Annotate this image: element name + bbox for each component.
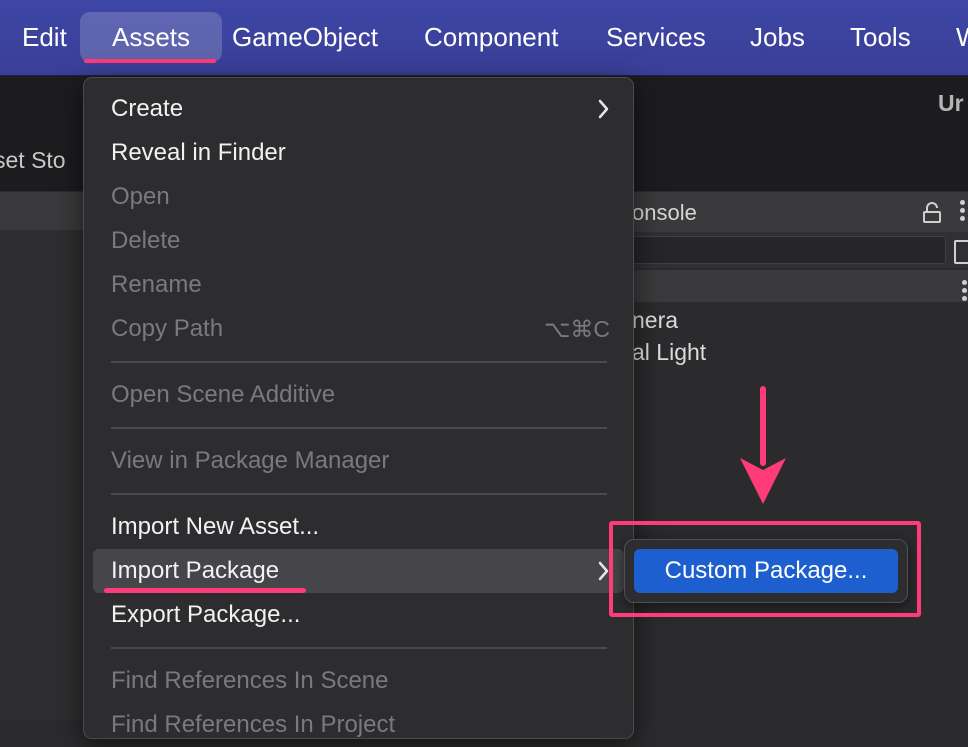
assets-dropdown-menu: Create Reveal in Finder Open Delete Rena…	[83, 77, 634, 739]
menu-edit[interactable]: Edit	[22, 12, 67, 62]
menu-item-label: Export Package...	[111, 601, 301, 628]
menu-item-import-new-asset[interactable]: Import New Asset...	[93, 505, 624, 549]
annotation-underline-import-package	[104, 588, 306, 593]
search-icon[interactable]	[954, 240, 968, 264]
search-input[interactable]	[632, 236, 946, 264]
search-row	[632, 232, 968, 268]
menu-separator	[111, 493, 607, 495]
menu-item-copy-path[interactable]: Copy Path ⌥⌘C	[93, 307, 624, 351]
menu-item-label: Delete	[111, 227, 181, 254]
menu-item-create[interactable]: Create	[93, 87, 624, 131]
menu-bar: Edit Assets GameObject Component Service…	[0, 0, 968, 76]
menu-item-label: View in Package Manager	[111, 447, 390, 474]
left-panel	[0, 230, 84, 720]
menu-services[interactable]: Services	[606, 12, 706, 62]
menu-window[interactable]: W	[956, 12, 968, 62]
menu-item-label: Find References In Project	[111, 711, 396, 738]
menu-item-rename[interactable]: Rename	[93, 263, 624, 307]
menu-item-find-references-in-project[interactable]: Find References In Project	[93, 703, 624, 747]
menu-item-open[interactable]: Open	[93, 175, 624, 219]
annotation-highlight-box	[609, 521, 921, 617]
menu-tools[interactable]: Tools	[850, 12, 911, 62]
menu-item-import-package[interactable]: Import Package	[93, 549, 624, 593]
menu-item-label: Copy Path	[111, 315, 224, 342]
left-panel-header	[0, 192, 84, 230]
menu-separator	[111, 361, 607, 363]
console-panel-header: onsole	[632, 192, 968, 232]
hierarchy-more-icon[interactable]	[962, 280, 967, 304]
hierarchy-item-camera[interactable]: nera	[632, 307, 678, 334]
menu-item-delete[interactable]: Delete	[93, 219, 624, 263]
hierarchy-header	[632, 270, 968, 302]
tab-asset-store[interactable]: set Sto	[0, 147, 66, 174]
annotation-underline-assets	[84, 59, 216, 63]
menu-item-find-references-in-scene[interactable]: Find References In Scene	[93, 659, 624, 703]
menu-item-label: Create	[111, 95, 184, 122]
menu-component[interactable]: Component	[424, 12, 558, 62]
hierarchy-item-light[interactable]: al Light	[632, 339, 706, 366]
menu-item-label: Reveal in Finder	[111, 139, 286, 166]
window-title: Ur	[938, 90, 964, 116]
menu-item-open-scene-additive[interactable]: Open Scene Additive	[93, 373, 624, 417]
menu-gameobject[interactable]: GameObject	[232, 12, 378, 62]
tab-console[interactable]: onsole	[632, 200, 697, 226]
menu-assets[interactable]: Assets	[80, 12, 222, 62]
menu-jobs[interactable]: Jobs	[750, 12, 805, 62]
menu-item-label: Import Package	[111, 557, 280, 584]
menu-separator	[111, 427, 607, 429]
shortcut-label: ⌥⌘C	[543, 316, 610, 342]
menu-separator	[111, 647, 607, 649]
menu-item-label: Find References In Scene	[111, 667, 389, 694]
lock-icon[interactable]	[922, 202, 942, 229]
menu-item-view-in-package-manager[interactable]: View in Package Manager	[93, 439, 624, 483]
menu-item-label: Import New Asset...	[111, 513, 320, 540]
annotation-arrow-down-icon	[738, 384, 788, 511]
menu-item-label: Open	[111, 183, 170, 210]
menu-item-reveal-in-finder[interactable]: Reveal in Finder	[93, 131, 624, 175]
menu-item-label: Rename	[111, 271, 202, 298]
menu-item-label: Open Scene Additive	[111, 381, 336, 408]
more-options-icon[interactable]	[958, 200, 968, 222]
menu-item-export-package[interactable]: Export Package...	[93, 593, 624, 637]
